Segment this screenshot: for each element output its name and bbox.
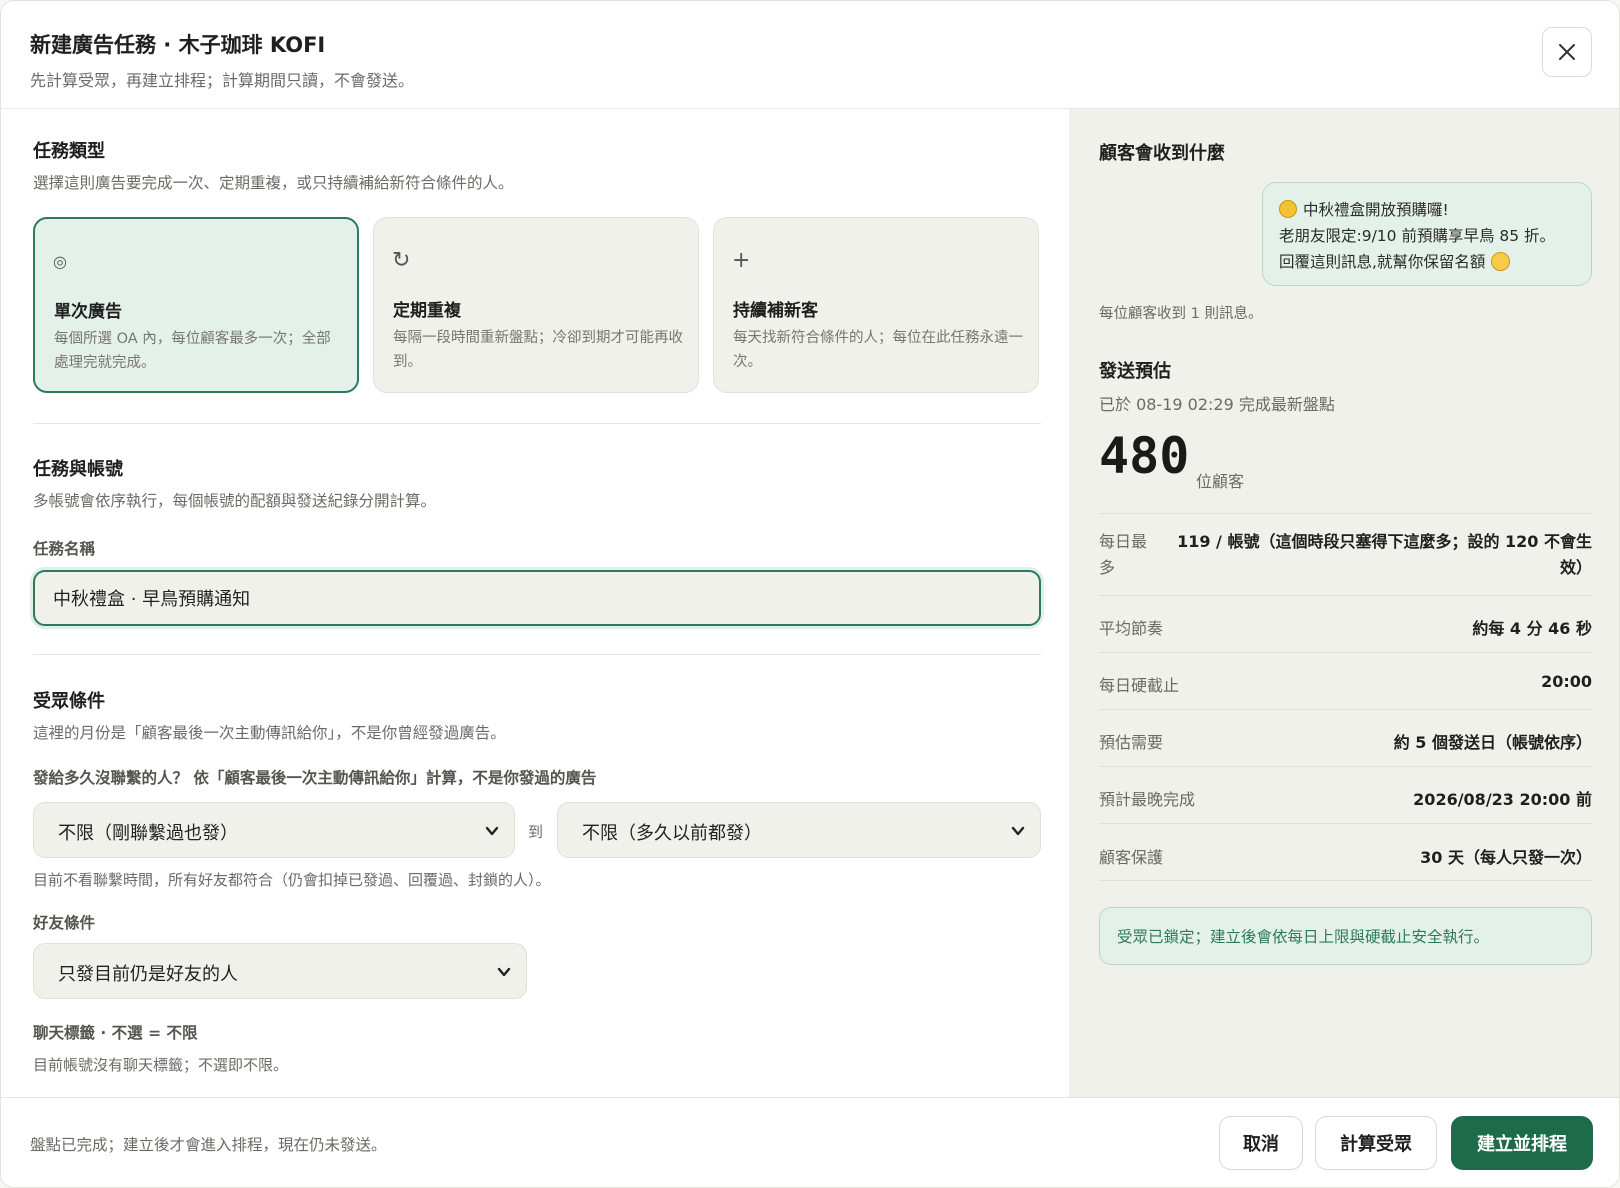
row-value: 2026/08/23 20:00 前 <box>1413 790 1592 809</box>
chat-tags-label: 聊天標籤 · 不選 = 不限 <box>33 1024 198 1042</box>
card-title: 持續補新客 <box>733 301 818 321</box>
card-desc: 每個所選 OA 內，每位顧客最多一次；全部處理完就完成。 <box>54 331 331 371</box>
estimate-row-protection: 顧客保護 30 天（每人只發一次） <box>1099 823 1592 881</box>
repeat-icon: ↻ <box>392 248 411 273</box>
row-key: 預估需要 <box>1099 733 1164 752</box>
task-name-input[interactable] <box>33 570 1041 626</box>
row-key: 顧客保護 <box>1099 848 1164 867</box>
preview-title: 顧客會收到什麼 <box>1099 143 1225 164</box>
task-account-title: 任務與帳號 <box>33 459 123 480</box>
task-type-desc: 選擇這則廣告要完成一次、定期重複，或只持續補給新符合條件的人。 <box>33 174 514 192</box>
message-line-2: 老朋友限定:9/10 前預購享早鳥 85 折。 <box>1279 227 1556 245</box>
close-icon <box>1559 44 1575 60</box>
row-value: 約 5 個發送日（帳號依序） <box>1393 733 1592 752</box>
target-icon: ◎ <box>53 252 67 271</box>
dialog-header: 新建廣告任務 · 木子珈琲 KOFI 先計算受眾，再建立排程；計算期間只讀，不會… <box>1 1 1619 109</box>
plus-icon: + <box>732 248 751 273</box>
cancel-button[interactable]: 取消 <box>1219 1116 1303 1170</box>
estimate-updated: 已於 08-19 02:29 完成最新盤點 <box>1099 395 1335 414</box>
message-preview-bubble: 中秋禮盒開放預購囉! 老朋友限定:9/10 前預購享早鳥 85 折。 回覆這則訊… <box>1262 182 1592 286</box>
preview-pane: 顧客會收到什麼 中秋禮盒開放預購囉! 老朋友限定:9/10 前預購享早鳥 85 … <box>1069 109 1619 1097</box>
task-type-card-single[interactable]: ◎ 單次廣告 每個所選 OA 內，每位顧客最多一次；全部處理完就完成。 <box>33 217 359 393</box>
task-type-card-continuous[interactable]: + 持續補新客 每天找新符合條件的人；每位在此任務永遠一次。 <box>713 217 1039 393</box>
task-account-desc: 多帳號會依序執行，每個帳號的配額與發送紀錄分開計算。 <box>33 492 437 510</box>
card-title: 定期重複 <box>393 301 461 321</box>
new-ad-task-dialog: 新建廣告任務 · 木子珈琲 KOFI 先計算受眾，再建立排程；計算期間只讀，不會… <box>0 0 1620 1188</box>
calculate-audience-button[interactable]: 計算受眾 <box>1315 1116 1437 1170</box>
task-type-title: 任務類型 <box>33 141 105 162</box>
card-desc: 每天找新符合條件的人；每位在此任務永遠一次。 <box>733 330 1023 370</box>
audience-count: 480 <box>1099 427 1190 485</box>
per-customer-note: 每位顧客收到 1 則訊息。 <box>1099 306 1263 322</box>
chevron-down-icon <box>1011 826 1025 836</box>
create-and-schedule-button[interactable]: 建立並排程 <box>1451 1116 1593 1170</box>
row-value: 119 / 帳號（這個時段只塞得下這麼多；設的 120 不會生效） <box>1177 532 1592 577</box>
row-key: 每日硬截止 <box>1099 676 1180 695</box>
task-type-card-recurring[interactable]: ↻ 定期重複 每隔一段時間重新盤點；冷卻到期才可能再收到。 <box>373 217 699 393</box>
message-line-1: 中秋禮盒開放預購囉! <box>1303 201 1449 219</box>
smile-emoji-icon <box>1491 252 1511 271</box>
coin-icon <box>1279 200 1297 218</box>
select-value: 不限（剛聯繫過也發） <box>58 823 238 844</box>
contact-to-select[interactable]: 不限（多久以前都發） <box>557 802 1041 858</box>
footer-note: 盤點已完成；建立後才會進入排程，現在仍未發送。 <box>30 1136 387 1154</box>
friend-condition-select[interactable]: 只發目前仍是好友的人 <box>33 943 527 999</box>
row-key: 預計最晚完成 <box>1099 790 1196 809</box>
select-value: 只發目前仍是好友的人 <box>58 964 238 985</box>
estimate-title: 發送預估 <box>1099 361 1171 382</box>
estimate-row-finish: 預計最晚完成 2026/08/23 20:00 前 <box>1099 766 1592 823</box>
row-value: 30 天（每人只發一次） <box>1420 848 1592 867</box>
row-key: 平均節奏 <box>1099 619 1164 638</box>
chevron-down-icon <box>497 967 511 977</box>
card-title: 單次廣告 <box>54 302 122 322</box>
estimate-row-days-needed: 預估需要 約 5 個發送日（帳號依序） <box>1099 709 1592 766</box>
dialog-subtitle: 先計算受眾，再建立排程；計算期間只讀，不會發送。 <box>30 71 415 90</box>
dialog-footer: 盤點已完成；建立後才會進入排程，現在仍未發送。 取消 計算受眾 建立並排程 <box>1 1097 1619 1187</box>
row-key: 每日最多 <box>1099 532 1148 577</box>
contact-range-label: 發給多久沒聯繫的人？ 依「顧客最後一次主動傳訊給你」計算，不是你發過的廣告 <box>33 769 597 787</box>
estimate-row-cutoff: 每日硬截止 20:00 <box>1099 652 1592 709</box>
form-pane: 任務類型 選擇這則廣告要完成一次、定期重複，或只持續補給新符合條件的人。 ◎ 單… <box>1 109 1069 1097</box>
message-line-3: 回覆這則訊息,就幫你保留名額 <box>1279 253 1486 271</box>
card-desc: 每隔一段時間重新盤點；冷卻到期才可能再收到。 <box>393 330 683 370</box>
audience-locked-notice: 受眾已鎖定；建立後會依每日上限與硬截止安全執行。 <box>1099 907 1592 965</box>
dialog-title: 新建廣告任務 · 木子珈琲 KOFI <box>30 33 326 57</box>
audience-count-unit: 位顧客 <box>1196 472 1245 491</box>
audience-desc: 這裡的月份是「顧客最後一次主動傳訊給你」，不是你曾經發過廣告。 <box>33 724 506 742</box>
task-name-label: 任務名稱 <box>33 540 96 558</box>
estimate-row-daily-max: 每日最多 119 / 帳號（這個時段只塞得下這麼多；設的 120 不會生效） <box>1099 513 1592 595</box>
contact-from-select[interactable]: 不限（剛聯繫過也發） <box>33 802 515 858</box>
select-value: 不限（多久以前都發） <box>582 823 762 844</box>
row-value: 約每 4 分 46 秒 <box>1472 619 1592 638</box>
chat-tags-hint: 目前帳號沒有聊天標籤；不選即不限。 <box>33 1056 289 1074</box>
close-button[interactable] <box>1542 27 1592 77</box>
audience-title: 受眾條件 <box>33 691 105 712</box>
estimate-row-pace: 平均節奏 約每 4 分 46 秒 <box>1099 595 1592 652</box>
friend-condition-label: 好友條件 <box>33 914 96 932</box>
contact-range-hint: 目前不看聯繫時間，所有好友都符合（仍會扣掉已發過、回覆過、封鎖的人）。 <box>33 871 551 889</box>
range-to-label: 到 <box>528 823 544 841</box>
row-value: 20:00 <box>1541 672 1592 691</box>
divider <box>33 654 1041 655</box>
chevron-down-icon <box>485 826 499 836</box>
divider <box>33 423 1041 424</box>
